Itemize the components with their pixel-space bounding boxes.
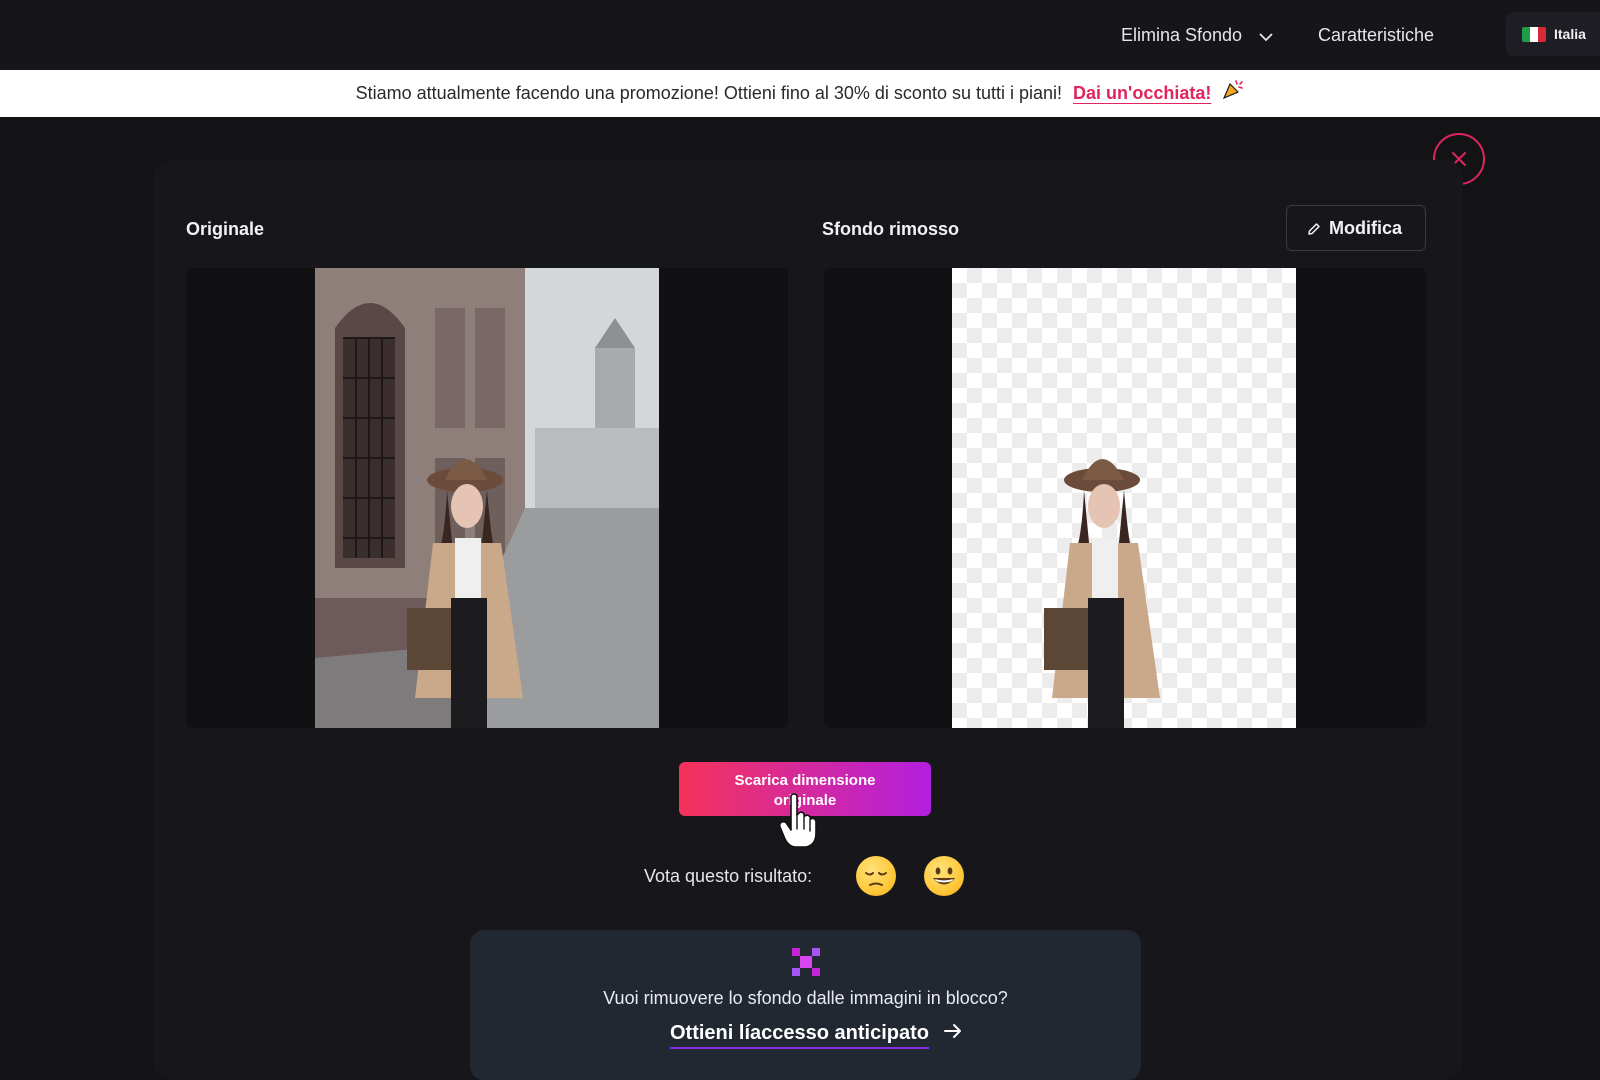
promo-link[interactable]: Dai un'occhiata!	[1073, 83, 1211, 103]
happy-face-emoji-button[interactable]	[924, 856, 964, 896]
sad-face-emoji-button[interactable]	[856, 856, 896, 896]
pencil-icon	[1308, 223, 1320, 235]
chevron-down-icon	[1259, 1, 1273, 71]
bulk-question: Vuoi rimuovere lo sfondo dalle immagini …	[603, 988, 1008, 1008]
party-popper-icon	[1222, 71, 1244, 118]
bulk-logo-icon	[792, 948, 820, 981]
italy-flag-icon	[1522, 27, 1546, 42]
early-access-link[interactable]: Ottieni líaccesso anticipato	[670, 1022, 963, 1049]
early-access-label: Ottieni líaccesso anticipato	[670, 1022, 929, 1049]
grinning-face-icon	[933, 867, 955, 885]
hand-pointer-cursor-icon	[778, 793, 818, 854]
removed-background-label: Sfondo rimosso	[822, 219, 960, 239]
removed-background-photo	[952, 268, 1296, 728]
top-navbar: Elimina Sfondo Caratteristiche Italia	[0, 0, 1600, 70]
nav-remove-background-menu[interactable]: Elimina Sfondo	[1121, 0, 1273, 70]
original-image-area	[186, 268, 788, 728]
pensive-face-icon	[865, 872, 887, 886]
promo-banner: Stiamo attualmente facendo una promozion…	[0, 70, 1600, 117]
bulk-removal-card: Vuoi rimuovere lo sfondo dalle immagini …	[470, 930, 1141, 1080]
original-label: Originale	[186, 219, 265, 239]
language-selector[interactable]: Italia	[1506, 12, 1600, 56]
language-label: Italia	[1554, 26, 1586, 42]
removed-background-image-area	[824, 268, 1426, 728]
nav-remove-background-label: Elimina Sfondo	[1121, 25, 1243, 45]
edit-button[interactable]: Modifica	[1286, 205, 1426, 251]
nav-features-link[interactable]: Caratteristiche	[1318, 0, 1434, 70]
rate-result-label: Vota questo risultato:	[644, 866, 813, 886]
edit-button-label: Modifica	[1329, 218, 1403, 238]
arrow-right-icon	[943, 1022, 963, 1044]
original-photo	[315, 268, 659, 728]
promo-text: Stiamo attualmente facendo una promozion…	[355, 83, 1063, 103]
